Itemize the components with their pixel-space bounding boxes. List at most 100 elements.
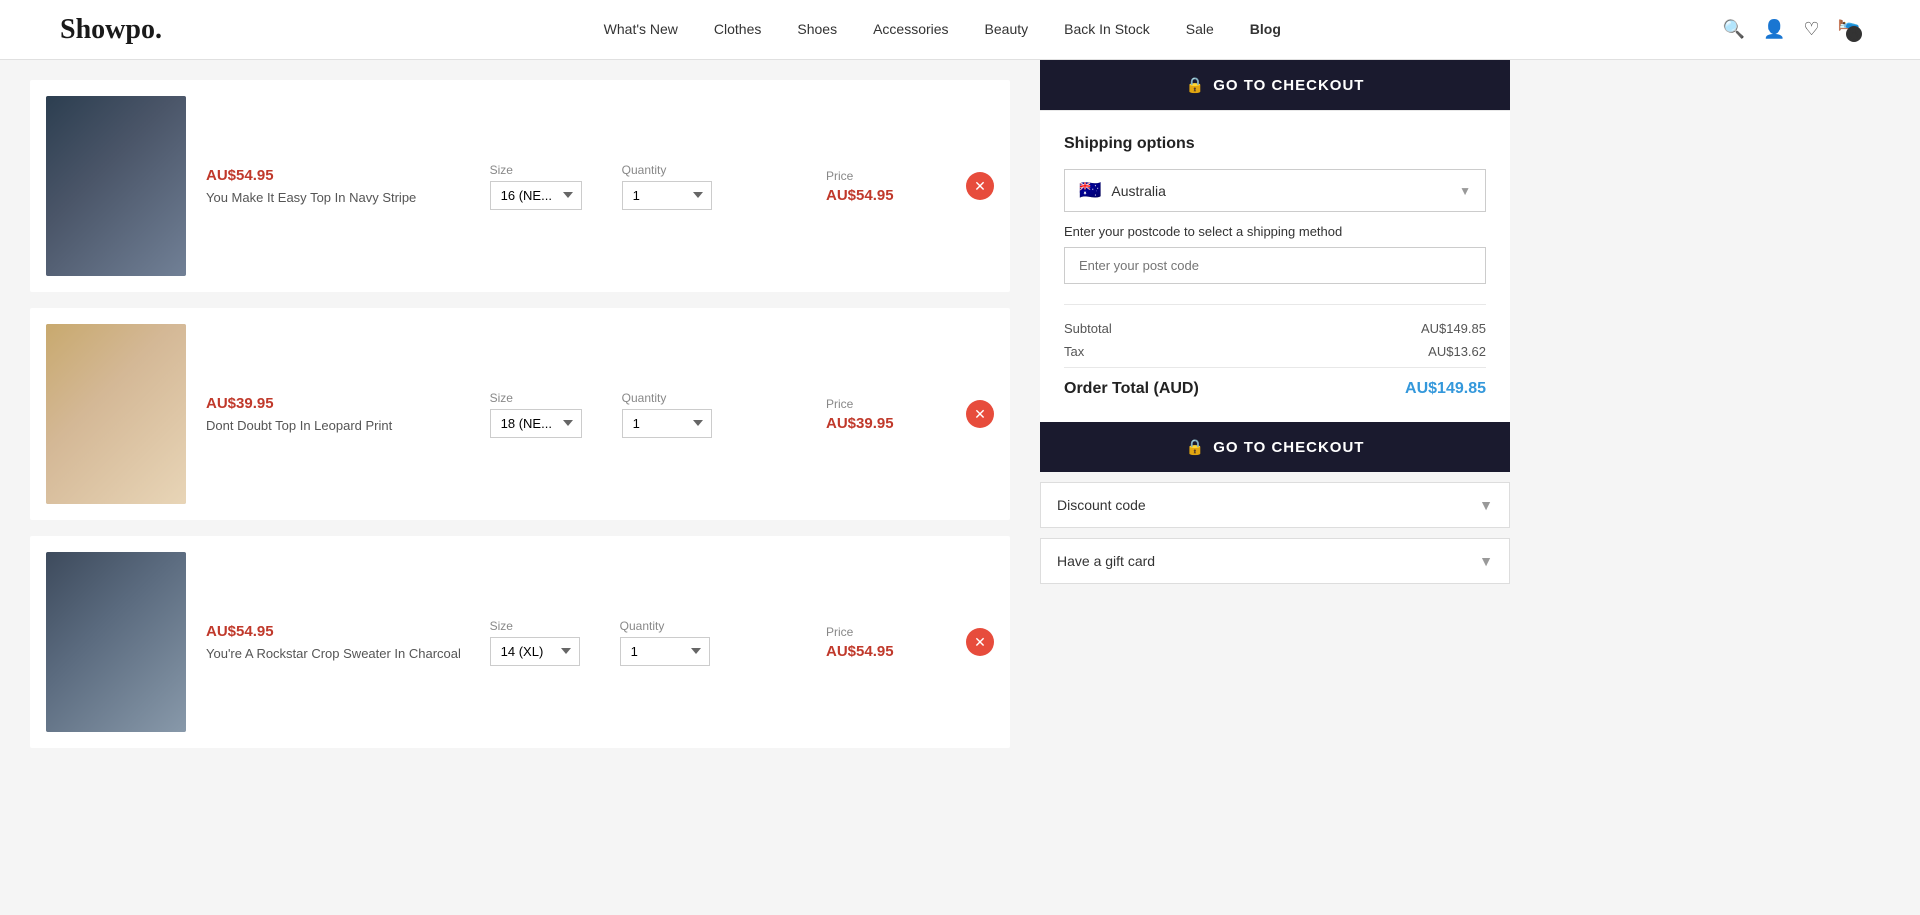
item-2-thumbnail: [46, 324, 186, 504]
main-nav: What's New Clothes Shoes Accessories Bea…: [604, 21, 1281, 39]
nav-whats-new[interactable]: What's New: [604, 21, 678, 37]
item-2-qty-select[interactable]: 1: [622, 409, 712, 438]
nav-blog[interactable]: Blog: [1250, 21, 1281, 37]
wishlist-icon[interactable]: ♡: [1803, 19, 1819, 40]
item-3-thumbnail: [46, 552, 186, 732]
header-icons: 🔍 👤 ♡ 🛌 3: [1723, 11, 1860, 48]
item-3-price-value: AU$54.95: [826, 643, 894, 660]
item-3-image: [46, 552, 186, 732]
flag-icon: 🇦🇺: [1079, 180, 1101, 201]
search-icon[interactable]: 🔍: [1723, 19, 1745, 40]
lock-icon-top: 🔒: [1186, 76, 1206, 94]
item-3-price-top: AU$54.95: [206, 623, 470, 640]
gift-card-label: Have a gift card: [1057, 553, 1155, 569]
item-2-image: [46, 324, 186, 504]
gift-card-chevron-icon: ▼: [1479, 553, 1493, 569]
discount-code-label: Discount code: [1057, 497, 1146, 513]
item-2-price-label: Price: [826, 397, 853, 411]
item-1-image: [46, 96, 186, 276]
nav-accessories[interactable]: Accessories: [873, 21, 948, 37]
cart-item-2: AU$39.95 Dont Doubt Top In Leopard Print…: [30, 308, 1010, 520]
shipping-section: Shipping options 🇦🇺 Australia ▼ Enter yo…: [1040, 110, 1510, 422]
logo[interactable]: Showpo.: [60, 14, 162, 46]
cart-item-3: AU$54.95 You're A Rockstar Crop Sweater …: [30, 536, 1010, 748]
item-3-size-select[interactable]: 14 (XL): [490, 637, 580, 666]
order-total-row: Order Total (AUD) AU$149.85: [1064, 367, 1486, 398]
item-1-price-value: AU$54.95: [826, 187, 894, 204]
discount-chevron-icon: ▼: [1479, 497, 1493, 513]
item-1-qty-label: Quantity: [622, 163, 712, 177]
item-2-name: Dont Doubt Top In Leopard Print: [206, 418, 470, 433]
item-2-price-value: AU$39.95: [826, 415, 894, 432]
item-2-size-qty: Size 18 (NE... Quantity 1: [490, 391, 806, 438]
nav-clothes[interactable]: Clothes: [714, 21, 761, 37]
item-2-price-section: Price AU$39.95: [826, 397, 946, 432]
lock-icon-bottom: 🔒: [1186, 438, 1206, 456]
country-name: Australia: [1111, 183, 1449, 199]
account-icon[interactable]: 👤: [1763, 19, 1785, 40]
item-3-size-qty: Size 14 (XL) Quantity 1: [490, 619, 806, 666]
tax-row: Tax AU$13.62: [1064, 344, 1486, 359]
order-summary-sidebar: 🔒 GO TO CHECKOUT Shipping options 🇦🇺 Aus…: [1040, 60, 1510, 784]
nav-shoes[interactable]: Shoes: [797, 21, 837, 37]
item-2-qty-group: Quantity 1: [622, 391, 712, 438]
item-3-qty-label: Quantity: [620, 619, 710, 633]
item-2-details: AU$39.95 Dont Doubt Top In Leopard Print: [206, 395, 470, 433]
nav-sale[interactable]: Sale: [1186, 21, 1214, 37]
country-dropdown-arrow: ▼: [1459, 184, 1471, 198]
item-1-qty-group: Quantity 1: [622, 163, 712, 210]
item-2-size-label: Size: [490, 391, 582, 405]
item-3-remove-button[interactable]: ✕: [966, 628, 994, 656]
item-2-remove-button[interactable]: ✕: [966, 400, 994, 428]
cart-item-1: AU$54.95 You Make It Easy Top In Navy St…: [30, 80, 1010, 292]
subtotal-row: Subtotal AU$149.85: [1064, 321, 1486, 336]
item-1-size-group: Size 16 (NE...: [490, 163, 582, 210]
postcode-input[interactable]: [1064, 247, 1486, 284]
nav-beauty[interactable]: Beauty: [985, 21, 1029, 37]
item-1-size-label: Size: [490, 163, 582, 177]
item-1-price-label: Price: [826, 169, 853, 183]
item-1-name: You Make It Easy Top In Navy Stripe: [206, 190, 470, 205]
subtotal-value: AU$149.85: [1421, 321, 1486, 336]
item-3-qty-group: Quantity 1: [620, 619, 710, 666]
postcode-label: Enter your postcode to select a shipping…: [1064, 224, 1486, 239]
item-3-qty-select[interactable]: 1: [620, 637, 710, 666]
item-2-size-group: Size 18 (NE...: [490, 391, 582, 438]
checkout-button-bottom[interactable]: 🔒 GO TO CHECKOUT: [1040, 422, 1510, 472]
tax-label: Tax: [1064, 344, 1084, 359]
item-3-price-label: Price: [826, 625, 853, 639]
item-1-price-top: AU$54.95: [206, 167, 470, 184]
item-3-details: AU$54.95 You're A Rockstar Crop Sweater …: [206, 623, 470, 661]
item-2-qty-label: Quantity: [622, 391, 712, 405]
tax-value: AU$13.62: [1428, 344, 1486, 359]
item-3-price-section: Price AU$54.95: [826, 625, 946, 660]
item-2-size-select[interactable]: 18 (NE...: [490, 409, 582, 438]
cart-icon[interactable]: 🛌 3: [1838, 11, 1860, 48]
item-3-name: You're A Rockstar Crop Sweater In Charco…: [206, 646, 470, 661]
item-1-qty-select[interactable]: 1: [622, 181, 712, 210]
item-1-size-qty: Size 16 (NE... Quantity 1: [490, 163, 806, 210]
cart-count: 3: [1846, 26, 1862, 42]
shipping-title: Shipping options: [1064, 135, 1486, 153]
item-2-price-top: AU$39.95: [206, 395, 470, 412]
checkout-btn-bottom-label: GO TO CHECKOUT: [1213, 439, 1364, 456]
checkout-button-top[interactable]: 🔒 GO TO CHECKOUT: [1040, 60, 1510, 110]
checkout-btn-top-label: GO TO CHECKOUT: [1213, 77, 1364, 94]
subtotal-label: Subtotal: [1064, 321, 1112, 336]
item-3-size-group: Size 14 (XL): [490, 619, 580, 666]
nav-back-in-stock[interactable]: Back In Stock: [1064, 21, 1150, 37]
discount-code-accordion[interactable]: Discount code ▼: [1040, 482, 1510, 528]
gift-card-accordion[interactable]: Have a gift card ▼: [1040, 538, 1510, 584]
order-summary: Subtotal AU$149.85 Tax AU$13.62 Order To…: [1064, 304, 1486, 398]
item-1-size-select[interactable]: 16 (NE...: [490, 181, 582, 210]
item-1-price-section: Price AU$54.95: [826, 169, 946, 204]
country-select[interactable]: 🇦🇺 Australia ▼: [1064, 169, 1486, 212]
cart-items-section: AU$54.95 You Make It Easy Top In Navy St…: [0, 60, 1040, 784]
item-1-details: AU$54.95 You Make It Easy Top In Navy St…: [206, 167, 470, 205]
main-content: AU$54.95 You Make It Easy Top In Navy St…: [0, 60, 1920, 784]
header: Showpo. What's New Clothes Shoes Accesso…: [0, 0, 1920, 60]
order-total-label: Order Total (AUD): [1064, 380, 1199, 398]
item-3-size-label: Size: [490, 619, 580, 633]
item-1-remove-button[interactable]: ✕: [966, 172, 994, 200]
item-1-thumbnail: [46, 96, 186, 276]
